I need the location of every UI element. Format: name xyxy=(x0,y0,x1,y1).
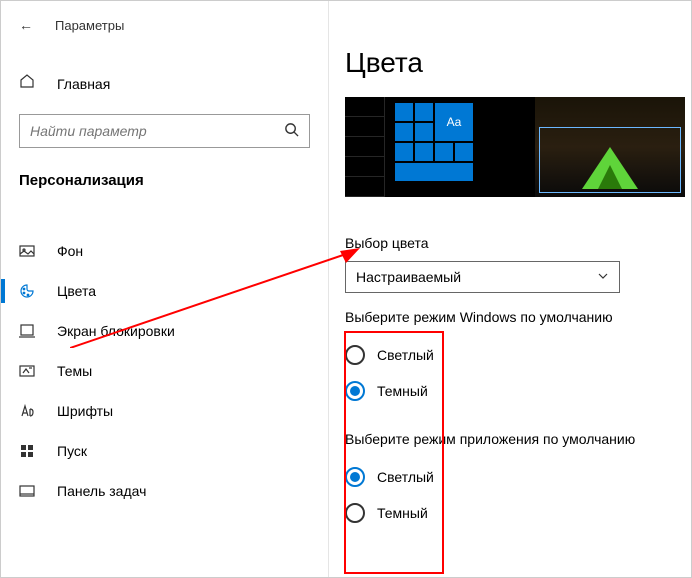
sidebar-item-label: Темы xyxy=(57,363,92,379)
radio-icon xyxy=(345,467,365,487)
home-button[interactable]: Главная xyxy=(1,63,328,104)
sidebar-item-start[interactable]: Пуск xyxy=(1,431,328,471)
color-choice-dropdown[interactable]: Настраиваемый xyxy=(345,261,620,293)
chevron-down-icon xyxy=(597,269,609,285)
radio-label: Светлый xyxy=(377,469,434,485)
themes-icon xyxy=(19,363,35,379)
back-icon[interactable]: ← xyxy=(19,17,33,33)
main-content: Цвета Aa Выбор цвета Настраиваемый xyxy=(329,1,691,577)
sidebar-item-fonts[interactable]: Шрифты xyxy=(1,391,328,431)
sidebar-item-themes[interactable]: Темы xyxy=(1,351,328,391)
window-title: Параметры xyxy=(55,18,124,33)
home-label: Главная xyxy=(57,76,110,92)
sidebar-item-label: Пуск xyxy=(57,443,87,459)
search-field[interactable] xyxy=(30,123,284,139)
sidebar-item-lockscreen[interactable]: Экран блокировки xyxy=(1,311,328,351)
sidebar-item-label: Панель задач xyxy=(57,483,146,499)
radio-icon xyxy=(345,345,365,365)
picture-icon xyxy=(19,243,35,259)
app-mode-label: Выберите режим приложения по умолчанию xyxy=(345,431,691,447)
tile-aa: Aa xyxy=(435,103,473,141)
radio-icon xyxy=(345,381,365,401)
home-icon xyxy=(19,73,35,94)
radio-label: Светлый xyxy=(377,347,434,363)
search-icon[interactable] xyxy=(284,122,299,141)
search-input[interactable] xyxy=(19,114,310,148)
sidebar: ← Параметры Главная Персонализация Фон Ц… xyxy=(1,1,329,577)
radio-icon xyxy=(345,503,365,523)
fonts-icon xyxy=(19,403,35,419)
sidebar-item-background[interactable]: Фон xyxy=(1,231,328,271)
windows-mode-label: Выберите режим Windows по умолчанию xyxy=(345,309,691,325)
radio-app-light[interactable]: Светлый xyxy=(345,459,691,495)
sidebar-item-label: Шрифты xyxy=(57,403,113,419)
radio-windows-light[interactable]: Светлый xyxy=(345,337,691,373)
dropdown-value: Настраиваемый xyxy=(356,269,461,285)
radio-app-dark[interactable]: Темный xyxy=(345,495,691,531)
windows-mode-group: Выберите режим Windows по умолчанию Свет… xyxy=(345,309,691,531)
sidebar-item-label: Цвета xyxy=(57,283,96,299)
lockscreen-icon xyxy=(19,323,35,339)
radio-label: Темный xyxy=(377,505,428,521)
radio-windows-dark[interactable]: Темный xyxy=(345,373,691,409)
section-title: Персонализация xyxy=(1,162,328,207)
header: ← Параметры xyxy=(1,1,328,45)
wallpaper-preview xyxy=(535,97,685,197)
color-choice-label: Выбор цвета xyxy=(345,235,691,251)
palette-icon xyxy=(19,283,35,299)
page-title: Цвета xyxy=(345,1,691,97)
color-preview: Aa xyxy=(345,97,685,197)
taskbar-icon xyxy=(19,483,35,499)
sidebar-item-taskbar[interactable]: Панель задач xyxy=(1,471,328,511)
start-icon xyxy=(19,443,35,459)
sidebar-item-label: Экран блокировки xyxy=(57,323,175,339)
sidebar-item-colors[interactable]: Цвета xyxy=(1,271,328,311)
radio-label: Темный xyxy=(377,383,428,399)
sidebar-item-label: Фон xyxy=(57,243,83,259)
